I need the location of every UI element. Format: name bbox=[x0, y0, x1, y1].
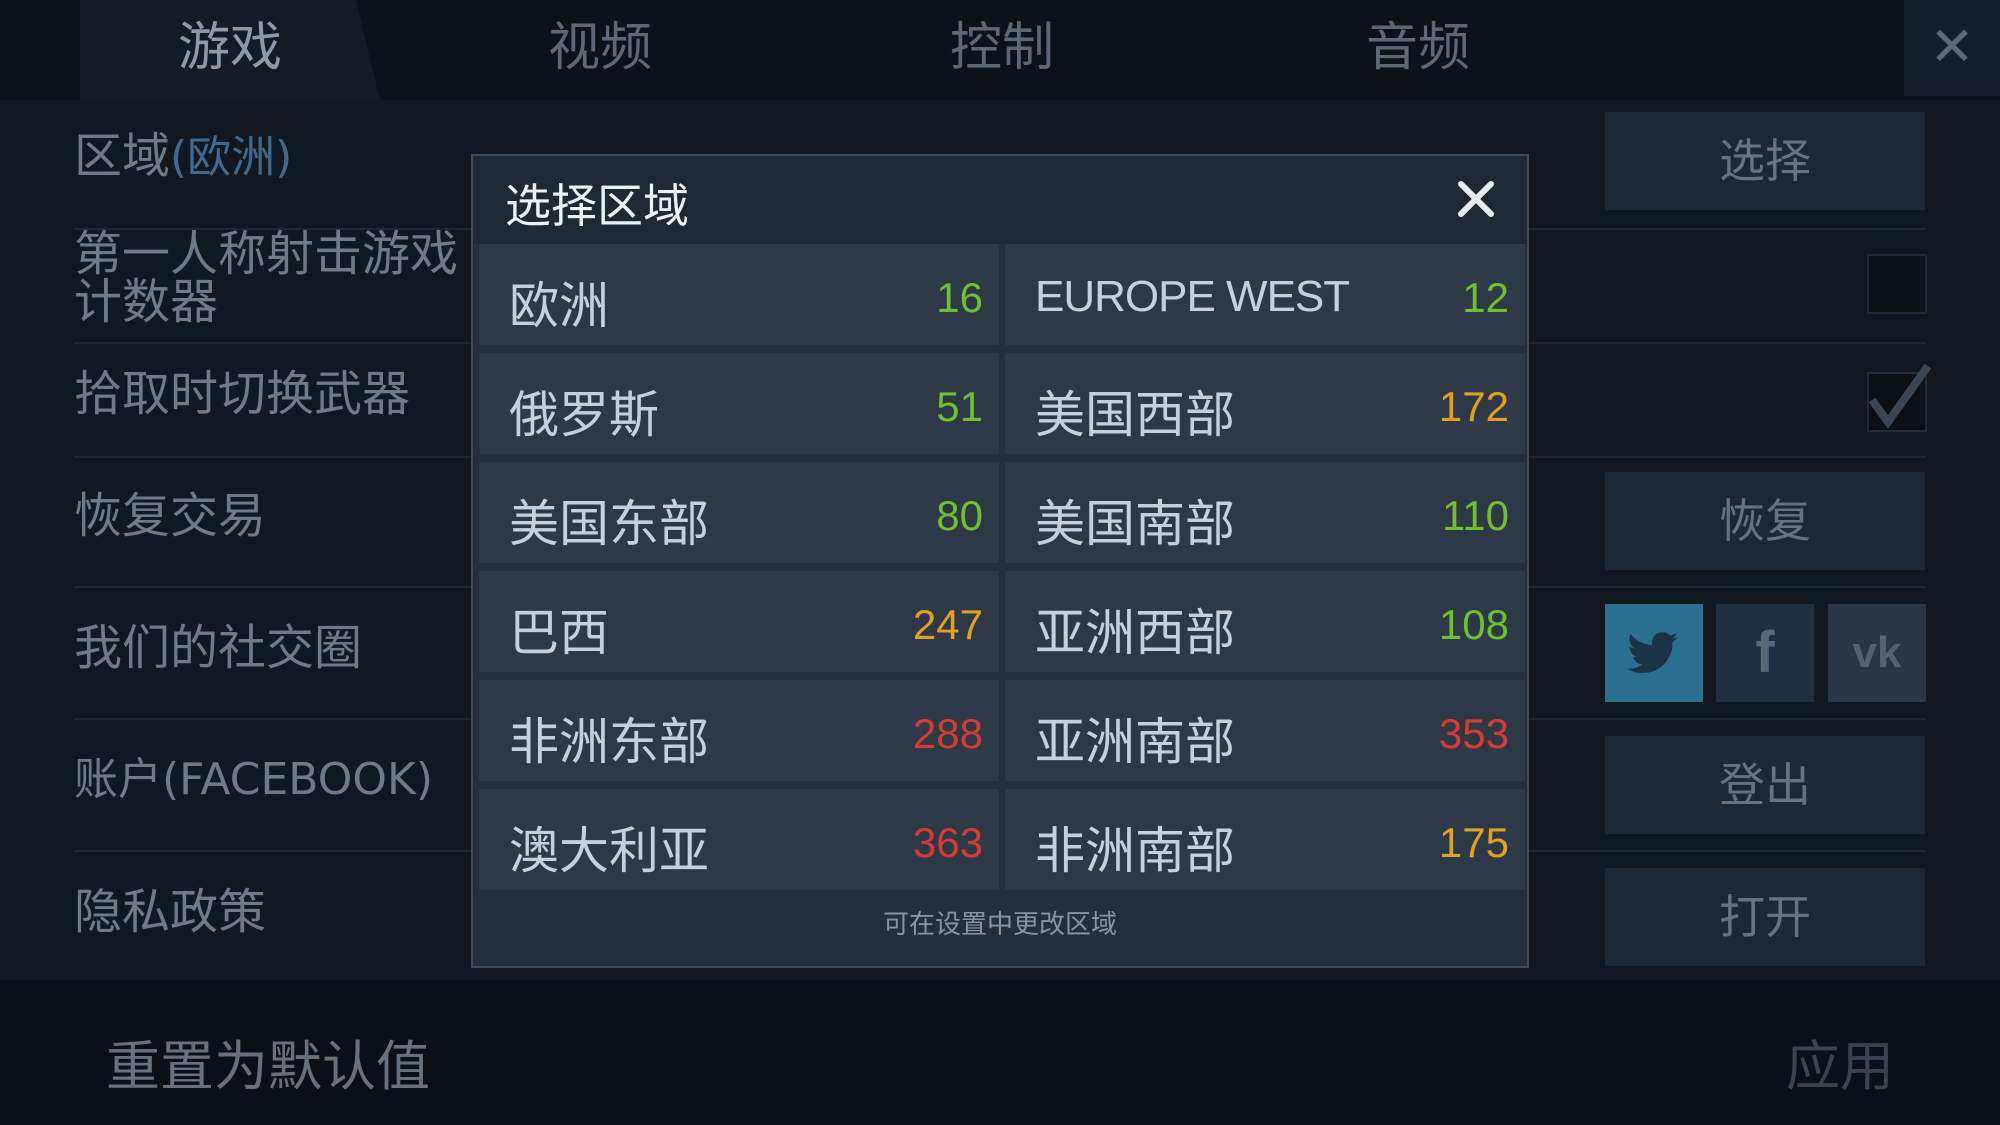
region-cell[interactable]: 澳大利亚 363 bbox=[479, 789, 999, 890]
dialog-title: 选择区域 bbox=[505, 179, 689, 233]
region-ping: 172 bbox=[1438, 383, 1509, 430]
tab-audio[interactable]: 音频 bbox=[1268, 0, 1568, 100]
account-label: 账户(FACEBOOK) bbox=[74, 754, 433, 805]
region-name: EUROPE WEST bbox=[1035, 272, 1350, 321]
fps-counter-label: 第一人称射击游戏计数器 bbox=[74, 226, 459, 330]
dialog-header: 选择区域 bbox=[473, 156, 1527, 244]
region-ping: 288 bbox=[912, 710, 983, 757]
region-name: 非洲南部 bbox=[1035, 822, 1235, 880]
select-region-button[interactable]: 选择 bbox=[1605, 112, 1925, 210]
apply-button[interactable]: 应用 bbox=[1786, 1022, 1894, 1101]
region-cell[interactable]: 美国东部 80 bbox=[479, 462, 999, 563]
close-icon: ✕ bbox=[1929, 15, 1975, 78]
logout-button[interactable]: 登出 bbox=[1605, 736, 1925, 834]
settings-close-button[interactable]: ✕ bbox=[1904, 0, 2000, 96]
region-ping: 108 bbox=[1438, 601, 1509, 648]
fps-counter-checkbox[interactable] bbox=[1867, 254, 1927, 314]
region-cell[interactable]: 亚洲西部 108 bbox=[1005, 571, 1525, 672]
region-label: 区域 bbox=[74, 128, 171, 184]
switch-weapon-label: 拾取时切换武器 bbox=[74, 366, 411, 422]
region-cell[interactable]: 巴西 247 bbox=[479, 571, 999, 672]
restore-button[interactable]: 恢复 bbox=[1605, 472, 1925, 570]
region-ping: 353 bbox=[1438, 710, 1509, 757]
region-ping: 110 bbox=[1442, 492, 1509, 539]
region-name: 美国南部 bbox=[1035, 495, 1235, 553]
region-ping: 16 bbox=[936, 274, 983, 321]
region-cell[interactable]: 亚洲南部 353 bbox=[1005, 680, 1525, 781]
region-ping: 12 bbox=[1462, 274, 1509, 321]
restore-label: 恢复交易 bbox=[74, 488, 267, 544]
region-cell[interactable]: 非洲东部 288 bbox=[479, 680, 999, 781]
social-label: 我们的社交圈 bbox=[74, 620, 363, 676]
checkmark-icon bbox=[1868, 363, 1932, 429]
reset-defaults-button[interactable]: 重置为默认值 bbox=[106, 1022, 430, 1101]
region-ping: 175 bbox=[1438, 819, 1509, 866]
region-cell[interactable]: EUROPE WEST 12 bbox=[1005, 244, 1525, 345]
region-cell[interactable]: 俄罗斯 51 bbox=[479, 353, 999, 454]
vk-icon: vk bbox=[1852, 628, 1902, 677]
region-current-value: (欧洲) bbox=[170, 132, 293, 183]
region-cell[interactable]: 欧洲 16 bbox=[479, 244, 999, 345]
region-name: 美国西部 bbox=[1035, 386, 1235, 444]
region-name: 欧洲 bbox=[509, 277, 609, 335]
facebook-button[interactable]: f bbox=[1716, 604, 1814, 702]
vk-button[interactable]: vk bbox=[1828, 604, 1926, 702]
tab-game[interactable]: 游戏 bbox=[80, 0, 380, 100]
twitter-icon bbox=[1627, 632, 1678, 674]
region-name: 亚洲南部 bbox=[1035, 713, 1235, 771]
region-name: 巴西 bbox=[509, 604, 609, 662]
open-privacy-button[interactable]: 打开 bbox=[1605, 868, 1925, 966]
dialog-close-icon[interactable] bbox=[1455, 178, 1497, 220]
region-ping: 363 bbox=[912, 819, 983, 866]
region-name: 澳大利亚 bbox=[509, 822, 709, 880]
region-name: 非洲东部 bbox=[509, 713, 709, 771]
region-ping: 247 bbox=[912, 601, 983, 648]
dialog-footer-hint: 可在设置中更改区域 bbox=[882, 910, 1117, 940]
region-ping: 80 bbox=[936, 492, 983, 539]
region-name: 美国东部 bbox=[509, 495, 709, 553]
region-cell[interactable]: 美国西部 172 bbox=[1005, 353, 1525, 454]
tab-controls[interactable]: 控制 bbox=[852, 0, 1152, 100]
facebook-icon: f bbox=[1755, 620, 1775, 685]
twitter-button[interactable] bbox=[1605, 604, 1703, 702]
region-cell[interactable]: 非洲南部 175 bbox=[1005, 789, 1525, 890]
region-name: 俄罗斯 bbox=[509, 386, 659, 444]
privacy-label: 隐私政策 bbox=[74, 884, 267, 940]
tab-bar: 游戏 视频 控制 音频 bbox=[0, 0, 1904, 100]
region-name: 亚洲西部 bbox=[1035, 604, 1235, 662]
region-cell[interactable]: 美国南部 110 bbox=[1005, 462, 1525, 563]
region-select-dialog: 选择区域 欧洲 16 EUROPE WEST 12 俄罗斯 51 美国西部 17… bbox=[471, 154, 1529, 968]
tab-video[interactable]: 视频 bbox=[450, 0, 750, 100]
region-ping: 51 bbox=[936, 383, 983, 430]
